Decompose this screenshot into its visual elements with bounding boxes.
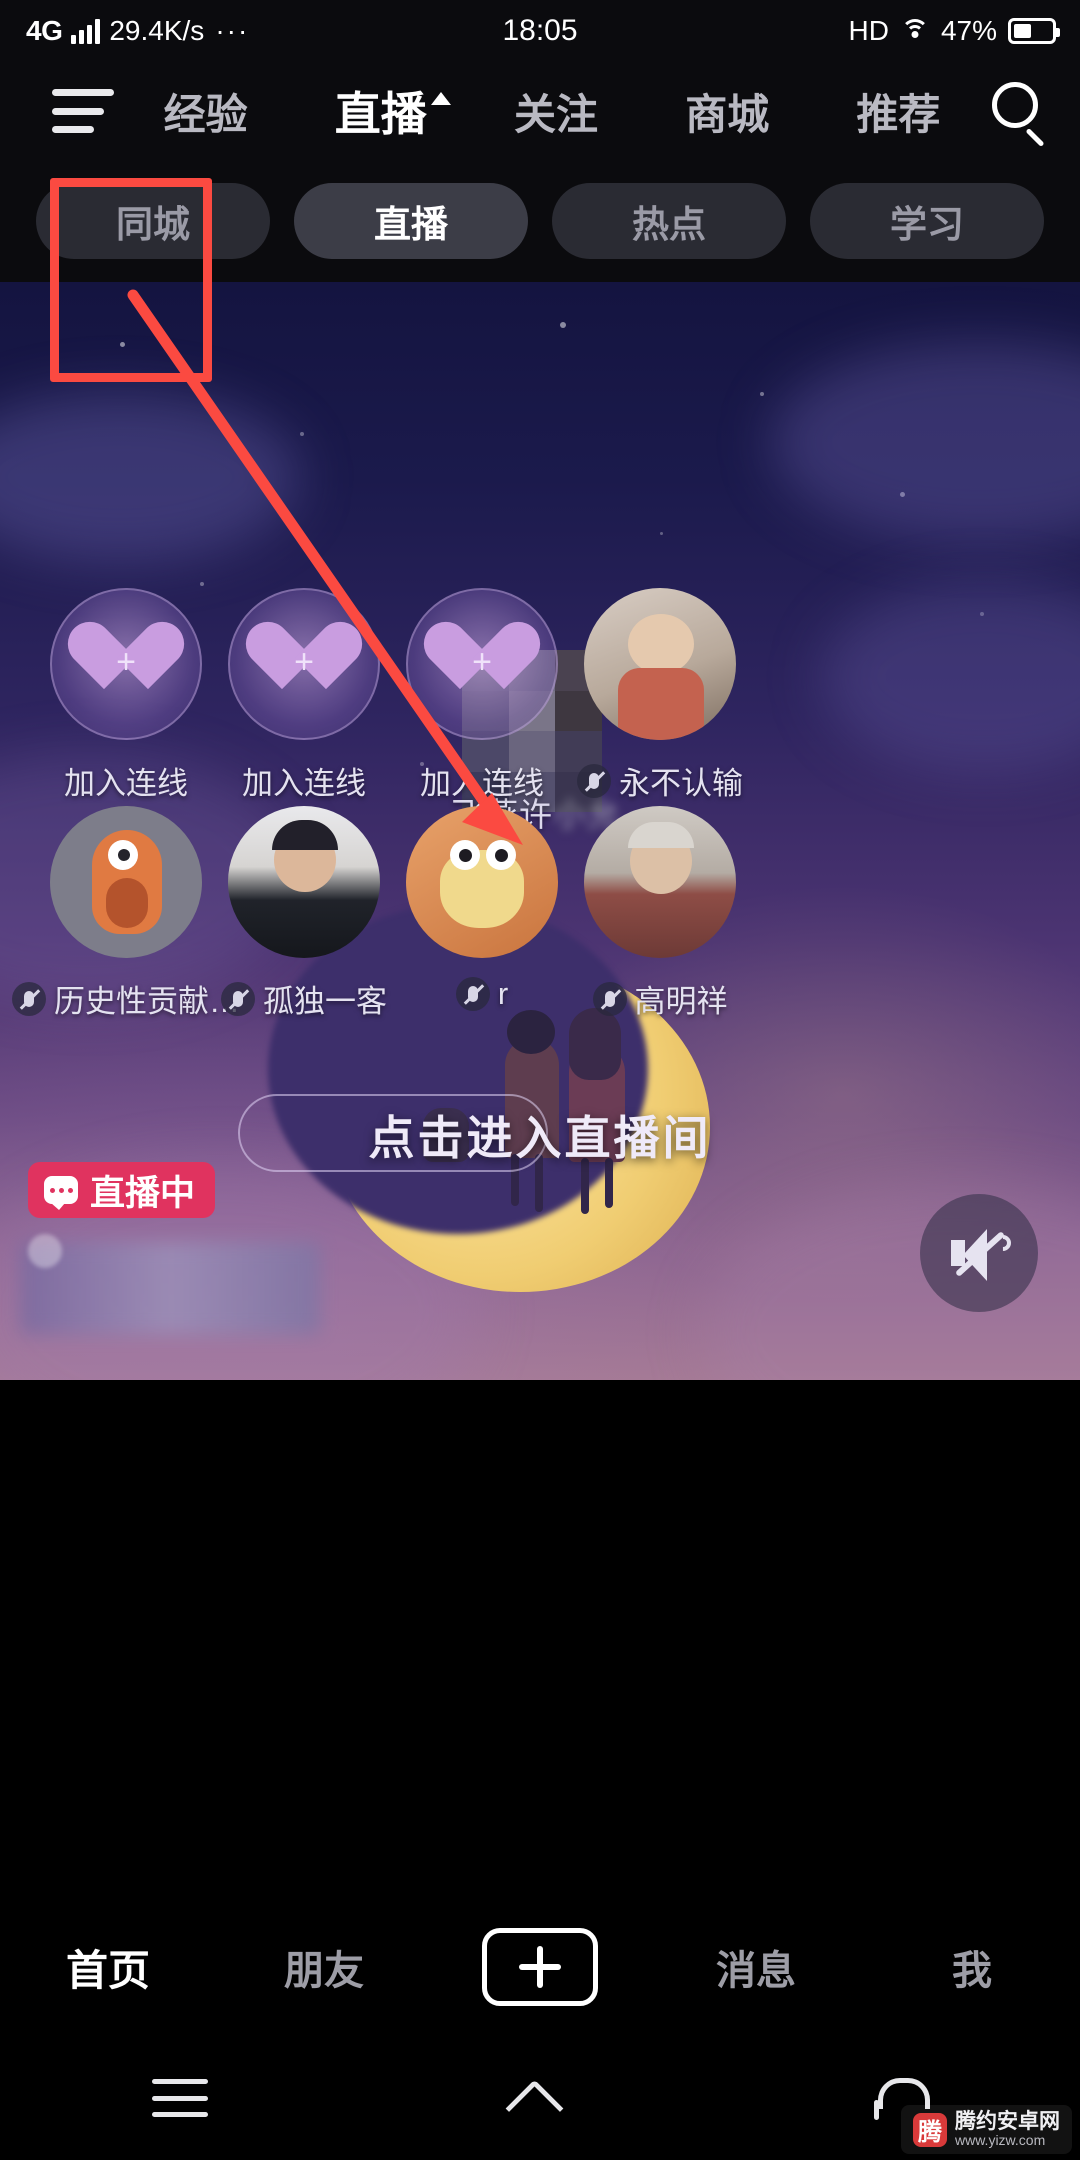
top-nav-tab-label: 推荐 bbox=[856, 90, 941, 138]
top-nav-tab-shangcheng[interactable]: 商城 bbox=[685, 81, 769, 142]
top-nav-items: 经验 直播 关注 商城 推荐 bbox=[120, 78, 984, 174]
chat-bubble-icon bbox=[44, 1176, 78, 1210]
seat-user-r[interactable]: r bbox=[384, 806, 580, 1012]
battery-icon bbox=[1008, 18, 1060, 44]
seat-label: 加入连线 bbox=[420, 766, 544, 801]
top-nav-tab-label: 直播 bbox=[334, 88, 427, 140]
join-heart-avatar[interactable]: + bbox=[50, 588, 202, 740]
plus-icon: + bbox=[116, 643, 136, 682]
sub-tab-label: 直播 bbox=[374, 204, 448, 245]
add-post-icon bbox=[482, 1928, 598, 2006]
seat-user-gaomingxiang[interactable]: 高明祥 bbox=[562, 806, 758, 1021]
top-nav-tab-zhibo[interactable]: 直播 bbox=[334, 78, 451, 174]
seat-user-lishixing[interactable]: 历史性贡献… bbox=[12, 806, 240, 1021]
seat-label: 高明祥 bbox=[562, 976, 758, 1021]
live-status-badge: 直播中 bbox=[28, 1162, 216, 1218]
sub-tab-tongcheng[interactable]: 同城 bbox=[36, 183, 270, 259]
search-icon[interactable] bbox=[988, 80, 1050, 148]
mic-muted-icon bbox=[221, 981, 255, 1016]
sub-tab-xuexi[interactable]: 学习 bbox=[810, 183, 1044, 259]
heart-icon: + bbox=[236, 612, 372, 697]
speaker-muted-icon bbox=[949, 1227, 1015, 1281]
seat-label-text: 高明祥 bbox=[634, 984, 728, 1019]
bottom-tab-add[interactable] bbox=[432, 1928, 648, 2006]
sub-tab-label: 同城 bbox=[116, 204, 190, 245]
bottom-tab-home[interactable]: 首页 bbox=[0, 1937, 216, 1998]
mute-toggle-button[interactable] bbox=[920, 1194, 1038, 1312]
sub-tab-label: 热点 bbox=[632, 204, 706, 245]
seat-label-text: r bbox=[497, 976, 509, 1011]
seat-label-text: 孤独一客 bbox=[263, 984, 387, 1019]
status-bar: 4G 29.4K/s ··· 18:05 HD 47% bbox=[0, 0, 1080, 62]
seat-join-2[interactable]: + 加入连线 bbox=[206, 588, 402, 803]
top-nav-tab-jingyan[interactable]: 经验 bbox=[164, 81, 248, 142]
watermark-url: www.yizw.com bbox=[955, 2132, 1046, 2149]
top-nav-tab-label: 商城 bbox=[685, 90, 770, 138]
join-heart-avatar[interactable]: + bbox=[406, 588, 558, 740]
sub-tab-redian[interactable]: 热点 bbox=[552, 183, 786, 259]
android-home-icon[interactable] bbox=[512, 2076, 568, 2120]
mic-muted-icon bbox=[12, 981, 46, 1016]
bottom-tab-friends[interactable]: 朋友 bbox=[216, 1938, 432, 1996]
watermark-logo: 腾 bbox=[913, 2112, 947, 2147]
android-menu-icon[interactable] bbox=[152, 2079, 208, 2117]
hd-label: HD bbox=[848, 15, 889, 46]
sub-tab-label: 学习 bbox=[890, 204, 964, 245]
heart-icon: + bbox=[58, 612, 194, 697]
wifi-icon bbox=[900, 19, 930, 43]
seat-label: 加入连线 bbox=[242, 766, 366, 801]
seat-label: r bbox=[384, 976, 580, 1012]
user-avatar[interactable] bbox=[50, 806, 202, 958]
seat-label: 加入连线 bbox=[64, 766, 188, 801]
status-bar-right: HD 47% bbox=[848, 15, 1060, 47]
mic-muted-icon bbox=[577, 763, 611, 798]
user-avatar[interactable] bbox=[406, 806, 558, 958]
seat-user-guduyike[interactable]: 孤独一客 bbox=[206, 806, 402, 1021]
join-heart-avatar[interactable]: + bbox=[228, 588, 380, 740]
seat-label-text: 永不认输 bbox=[619, 766, 743, 801]
site-watermark: 腾 腾约安卓网 www.yizw.com bbox=[901, 2105, 1072, 2154]
top-nav-tab-label: 关注 bbox=[513, 90, 598, 138]
bottom-tab-me[interactable]: 我 bbox=[864, 1938, 1080, 1996]
host-handle-blur bbox=[20, 1242, 320, 1334]
top-nav-tab-guanzhu[interactable]: 关注 bbox=[514, 81, 598, 142]
user-avatar[interactable] bbox=[228, 806, 380, 958]
seat-user-yongburenshu[interactable]: 永不认输 bbox=[562, 588, 758, 803]
enter-room-hint-text[interactable]: 点击进入直播间 bbox=[0, 1102, 1080, 1168]
mic-muted-icon bbox=[455, 977, 490, 1011]
mic-muted-icon bbox=[592, 981, 627, 1016]
live-room-preview[interactable]: 飞燕许小允 + 加入连线 + 加入连线 + 加入连线 bbox=[0, 282, 1080, 1380]
seat-label: 历史性贡献… bbox=[12, 976, 240, 1021]
sub-tab-zhibo[interactable]: 直播 bbox=[294, 183, 528, 259]
seat-label: 永不认输 bbox=[562, 758, 758, 803]
top-nav-tab-tuijian[interactable]: 推荐 bbox=[856, 81, 940, 142]
sub-tab-pill-row: 同城 直播 热点 学习 bbox=[0, 160, 1080, 282]
top-nav-tab-label: 经验 bbox=[163, 90, 248, 138]
at-icon bbox=[28, 1234, 62, 1268]
user-avatar[interactable] bbox=[584, 806, 736, 958]
host-handle bbox=[28, 1234, 62, 1268]
plus-icon: + bbox=[294, 643, 314, 682]
battery-percent-label: 47% bbox=[940, 15, 997, 46]
top-navigation-bar: 经验 直播 关注 商城 推荐 bbox=[0, 62, 1080, 174]
heart-icon: + bbox=[414, 612, 550, 697]
watermark-title: 腾约安卓网 bbox=[955, 2110, 1060, 2134]
user-avatar[interactable] bbox=[584, 588, 736, 740]
hamburger-menu-icon[interactable] bbox=[52, 89, 114, 133]
bottom-tab-messages[interactable]: 消息 bbox=[648, 1938, 864, 1996]
seat-label: 孤独一客 bbox=[206, 976, 402, 1021]
seat-join-3[interactable]: + 加入连线 bbox=[384, 588, 580, 803]
watermark-text: 腾约安卓网 www.yizw.com bbox=[955, 2111, 1060, 2148]
phone-screen: 4G 29.4K/s ··· 18:05 HD 47% 经验 直播 关注 商城 … bbox=[0, 0, 1080, 2160]
seat-join-1[interactable]: + 加入连线 bbox=[28, 588, 224, 803]
live-badge-label: 直播中 bbox=[90, 1173, 196, 1213]
chevron-up-icon bbox=[430, 92, 451, 105]
bottom-tab-bar: 首页 朋友 消息 我 bbox=[0, 1898, 1080, 2036]
plus-icon: + bbox=[472, 643, 492, 682]
